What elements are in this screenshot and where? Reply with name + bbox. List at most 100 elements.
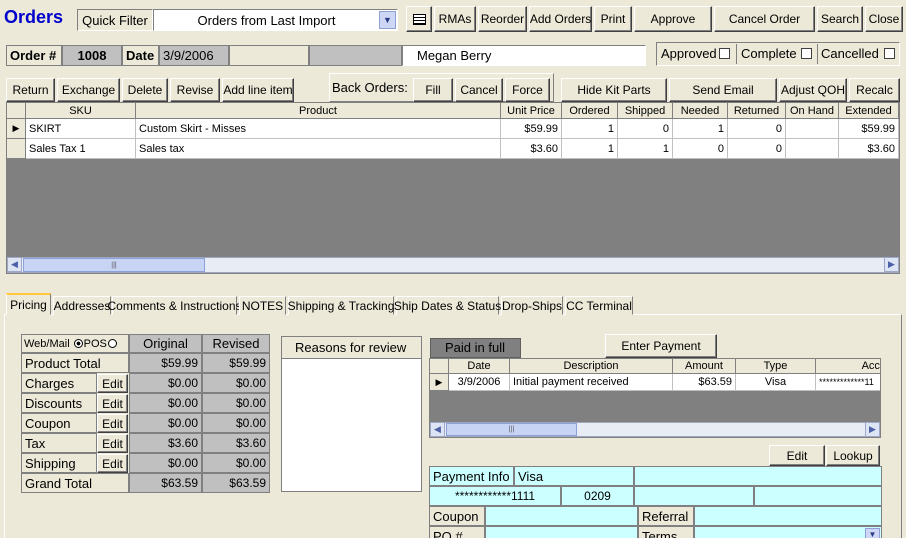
- table-row[interactable]: Visa: [736, 374, 816, 391]
- scroll-right-icon[interactable]: ▶: [884, 257, 899, 272]
- table-row[interactable]: $59.99: [501, 119, 562, 139]
- tab-comments[interactable]: Comments & Instructions: [107, 296, 242, 315]
- table-row[interactable]: 0: [673, 139, 728, 159]
- hide-kit-parts-button[interactable]: Hide Kit Parts: [561, 78, 667, 102]
- line-items-grid[interactable]: SKU Product Unit Price Ordered Shipped N…: [6, 102, 900, 274]
- row-selector[interactable]: [7, 139, 26, 159]
- col-header-unit-price[interactable]: Unit Price: [501, 103, 562, 119]
- referral-field[interactable]: [694, 506, 882, 526]
- tab-shipping-tracking[interactable]: Shipping & Tracking: [288, 296, 394, 315]
- scroll-right-icon[interactable]: ▶: [865, 422, 880, 437]
- card-cvv-field[interactable]: [634, 486, 754, 506]
- table-row[interactable]: 1: [618, 139, 673, 159]
- revise-button[interactable]: Revise: [170, 78, 220, 102]
- col-header-description[interactable]: Description: [510, 359, 673, 374]
- add-line-item-button[interactable]: Add line item: [222, 78, 294, 102]
- payment-type-field[interactable]: Visa: [514, 466, 634, 486]
- coupon-edit-button[interactable]: Edit: [97, 414, 128, 433]
- scroll-left-icon[interactable]: ◀: [430, 422, 445, 437]
- chevron-down-icon[interactable]: ▼: [865, 528, 880, 538]
- col-header-shipped[interactable]: Shipped: [618, 103, 673, 119]
- col-header-amount[interactable]: Amount: [673, 359, 736, 374]
- payment-lookup-button[interactable]: Lookup: [826, 445, 880, 466]
- grid-view-button[interactable]: [406, 6, 432, 32]
- adjust-qoh-button[interactable]: Adjust QOH: [779, 78, 847, 102]
- table-row[interactable]: Custom Skirt - Misses: [136, 119, 501, 139]
- table-row[interactable]: Sales Tax 1: [26, 139, 136, 159]
- col-header-acct[interactable]: Acct: [816, 359, 880, 374]
- cancelled-checkbox[interactable]: [884, 48, 895, 59]
- web-mail-radio[interactable]: [73, 339, 83, 348]
- table-row[interactable]: $59.99: [839, 119, 899, 139]
- card-number-field[interactable]: ************1111: [429, 486, 561, 506]
- approved-checkbox[interactable]: [719, 48, 730, 59]
- table-row[interactable]: 0: [618, 119, 673, 139]
- table-row[interactable]: SKIRT: [26, 119, 136, 139]
- enter-payment-button[interactable]: Enter Payment: [605, 334, 717, 358]
- card-extra-field[interactable]: [754, 486, 882, 506]
- col-header-sku[interactable]: SKU: [26, 103, 136, 119]
- tax-edit-button[interactable]: Edit: [97, 434, 128, 453]
- tab-cc-terminal[interactable]: CC Terminal: [565, 296, 633, 315]
- col-header-type[interactable]: Type: [736, 359, 816, 374]
- back-order-fill-button[interactable]: Fill: [413, 78, 453, 102]
- col-header-returned[interactable]: Returned: [728, 103, 786, 119]
- shipping-edit-button[interactable]: Edit: [97, 454, 128, 473]
- table-row[interactable]: 1: [673, 119, 728, 139]
- col-header-product[interactable]: Product: [136, 103, 501, 119]
- delete-button[interactable]: Delete: [122, 78, 168, 102]
- tab-notes[interactable]: NOTES: [239, 296, 286, 315]
- col-header-on-hand[interactable]: On Hand: [786, 103, 839, 119]
- close-button[interactable]: Close: [865, 6, 903, 32]
- table-row[interactable]: Initial payment received: [510, 374, 673, 391]
- po-field[interactable]: [485, 526, 638, 538]
- complete-checkbox[interactable]: [801, 48, 812, 59]
- tab-pricing[interactable]: Pricing: [6, 293, 51, 315]
- print-button[interactable]: Print: [594, 6, 632, 32]
- discounts-edit-button[interactable]: Edit: [97, 394, 128, 413]
- return-button[interactable]: Return: [6, 78, 55, 102]
- customer-name-field[interactable]: Megan Berry: [402, 45, 646, 66]
- col-header-extended[interactable]: Extended: [839, 103, 899, 119]
- table-row[interactable]: 0: [728, 139, 786, 159]
- col-header-needed[interactable]: Needed: [673, 103, 728, 119]
- table-row[interactable]: Sales tax: [136, 139, 501, 159]
- reasons-list[interactable]: [282, 358, 421, 491]
- row-selector[interactable]: ▶: [430, 374, 449, 391]
- rmas-button[interactable]: RMAs: [434, 6, 476, 32]
- payments-grid[interactable]: Date Description Amount Type Acct ▶ 3/9/…: [429, 358, 881, 438]
- payment-extra-field[interactable]: [634, 466, 882, 486]
- table-row[interactable]: $3.60: [501, 139, 562, 159]
- row-selector[interactable]: ▶: [7, 119, 26, 139]
- send-email-button[interactable]: Send Email: [669, 78, 777, 102]
- table-row[interactable]: 1: [562, 119, 618, 139]
- tab-ship-dates-status[interactable]: Ship Dates & Status: [394, 296, 501, 315]
- table-row[interactable]: 0: [728, 119, 786, 139]
- terms-select[interactable]: ▼: [694, 526, 882, 538]
- table-row[interactable]: 1: [562, 139, 618, 159]
- back-order-cancel-button[interactable]: Cancel: [455, 78, 503, 102]
- recalc-button[interactable]: Recalc: [849, 78, 900, 102]
- scroll-thumb[interactable]: |||: [23, 258, 205, 272]
- search-button[interactable]: Search: [817, 6, 863, 32]
- tab-addresses[interactable]: Addresses: [53, 296, 111, 315]
- table-row[interactable]: $63.59: [673, 374, 736, 391]
- scroll-thumb[interactable]: |||: [446, 423, 577, 436]
- table-row[interactable]: 3/9/2006: [449, 374, 510, 391]
- col-header-date[interactable]: Date: [449, 359, 510, 374]
- table-row[interactable]: [786, 119, 839, 139]
- pos-radio[interactable]: [107, 339, 117, 348]
- scroll-left-icon[interactable]: ◀: [7, 257, 22, 272]
- charges-edit-button[interactable]: Edit: [97, 374, 128, 393]
- quick-filter-select[interactable]: Orders from Last Import ▼: [153, 9, 398, 31]
- approve-button[interactable]: Approve: [634, 6, 712, 32]
- payment-edit-button[interactable]: Edit: [769, 445, 825, 466]
- col-header-ordered[interactable]: Ordered: [562, 103, 618, 119]
- reorder-button[interactable]: Reorder: [478, 6, 527, 32]
- coupon-field[interactable]: [485, 506, 638, 526]
- exchange-button[interactable]: Exchange: [57, 78, 120, 102]
- back-order-force-button[interactable]: Force: [505, 78, 550, 102]
- table-row[interactable]: [786, 139, 839, 159]
- table-row[interactable]: *************11: [816, 374, 880, 391]
- tab-drop-ships[interactable]: Drop-Ships: [501, 296, 563, 315]
